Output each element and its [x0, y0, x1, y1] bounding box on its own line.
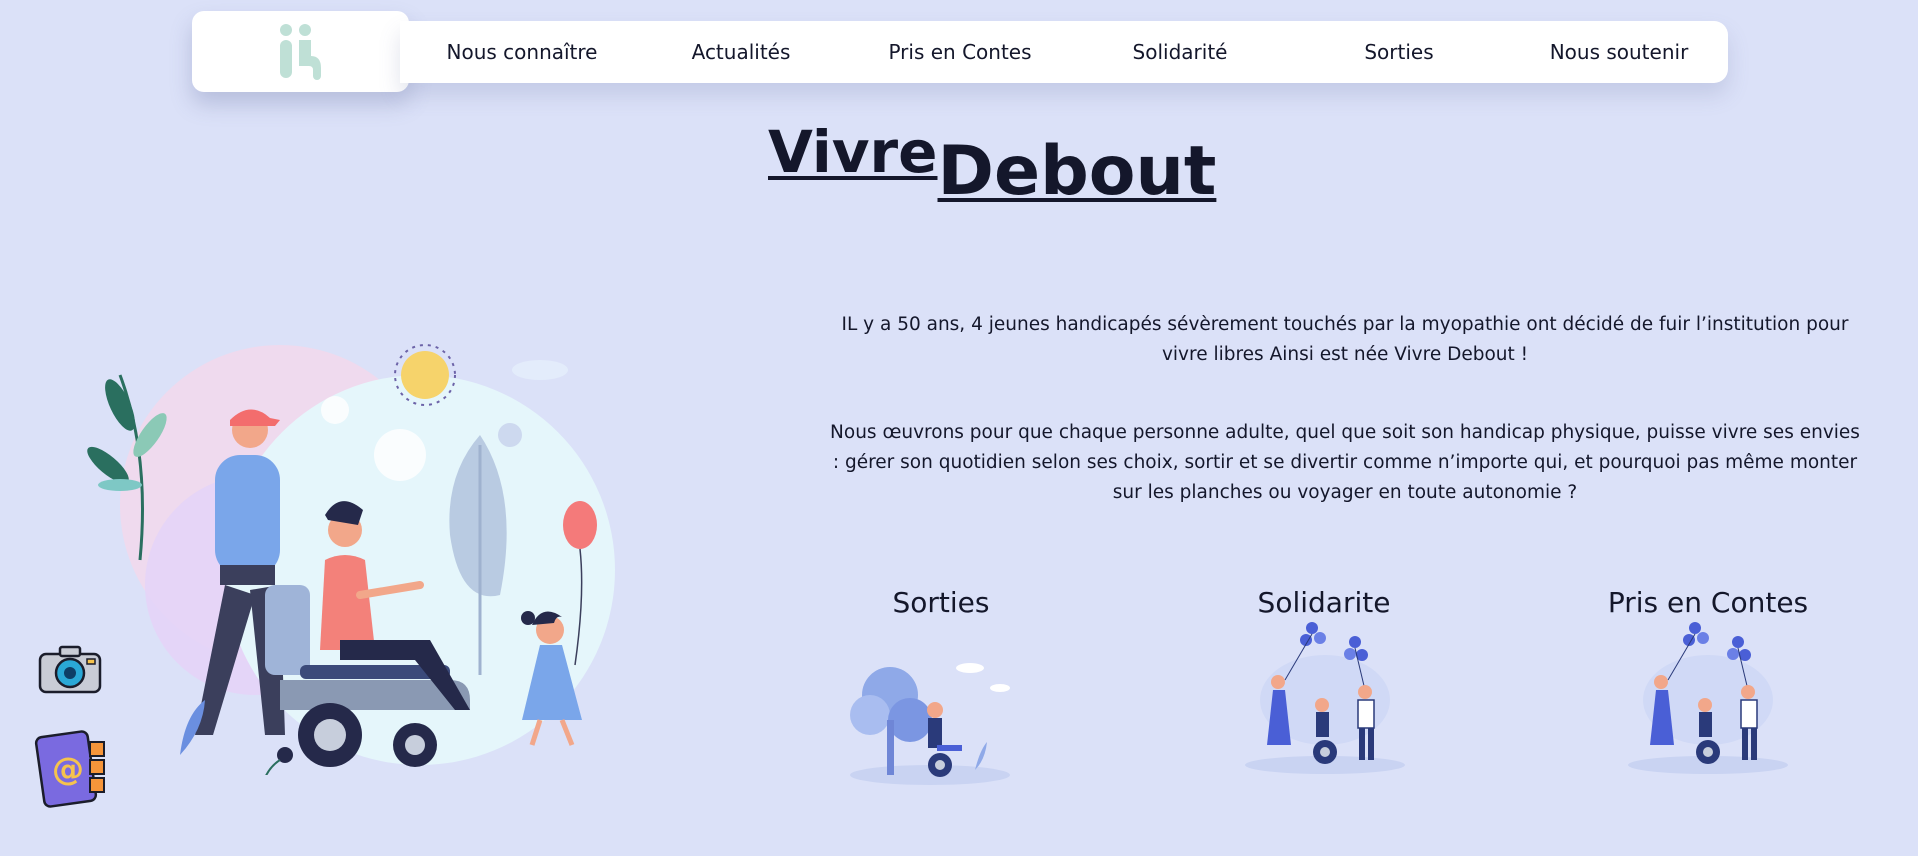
card-title-solidarite[interactable]: Solidarite [1258, 586, 1391, 619]
main-nav: Nous connaître Actualités Pris en Contes… [400, 21, 1728, 83]
intro-paragraph-2: Nous œuvrons pour que chaque personne ad… [830, 422, 1860, 503]
site-title: VivreDebout [768, 118, 1216, 211]
storytelling-illustration-icon[interactable] [1623, 620, 1793, 775]
svg-text:@: @ [52, 750, 84, 788]
nav-item-pris-en-contes[interactable]: Pris en Contes [888, 21, 1031, 83]
nav-item-nous-soutenir[interactable]: Nous soutenir [1550, 21, 1689, 83]
nav-item-solidarite[interactable]: Solidarité [1133, 21, 1228, 83]
nav-item-sorties[interactable]: Sorties [1364, 21, 1433, 83]
card-title-pris-en-contes[interactable]: Pris en Contes [1608, 586, 1808, 619]
solidarity-illustration-icon[interactable] [1240, 620, 1410, 775]
outing-illustration-icon[interactable] [845, 650, 1015, 785]
site-title-word-2: Debout [937, 132, 1217, 211]
card-title-sorties[interactable]: Sorties [893, 586, 990, 619]
intro-paragraph-1: IL y a 50 ans, 4 jeunes handicapés sévèr… [841, 314, 1849, 365]
nav-item-actualites[interactable]: Actualités [692, 21, 791, 83]
logo-link[interactable] [192, 11, 409, 92]
nav-item-nous-connaitre[interactable]: Nous connaître [447, 21, 598, 83]
contact-book-icon[interactable]: @ [34, 730, 108, 808]
hero-illustration [87, 344, 615, 775]
site-title-word-1: Vivre [768, 118, 938, 186]
camera-icon[interactable] [38, 644, 102, 694]
vivre-debout-logo-icon [279, 23, 321, 80]
